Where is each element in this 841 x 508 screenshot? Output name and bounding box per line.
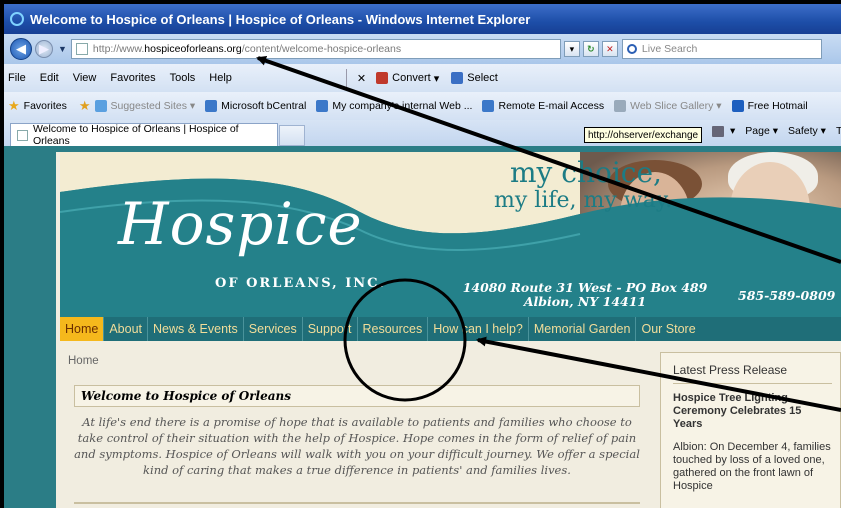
convert-label: Convert bbox=[392, 72, 431, 84]
tagline-line1: my choice, bbox=[510, 156, 662, 189]
nav-how-can-i-help[interactable]: How can I help? bbox=[428, 317, 529, 341]
select-button[interactable]: Select bbox=[451, 72, 498, 84]
ie-icon bbox=[482, 100, 495, 112]
new-tab-button[interactable] bbox=[279, 125, 305, 146]
site-logo[interactable]: Hospice bbox=[118, 190, 363, 258]
site-phone: 585-589-0809 bbox=[738, 288, 836, 303]
msn-icon bbox=[731, 100, 744, 112]
site-header: my choice, my life, my way. Hospice OF O… bbox=[60, 152, 841, 317]
address-line2: Albion, NY 14411 bbox=[523, 294, 647, 309]
favorites-bar: ★ Favorites ★ Suggested Sites ▾ Microsof… bbox=[4, 92, 841, 120]
favorites-star-icon: ★ bbox=[8, 98, 20, 113]
ie-icon bbox=[94, 100, 107, 112]
search-icon bbox=[626, 44, 637, 54]
convert-button[interactable]: Convert ▾ bbox=[376, 72, 439, 85]
convert-icon bbox=[376, 72, 389, 84]
safety-menu[interactable]: Safety ▾ bbox=[788, 125, 826, 137]
site-address: 14080 Route 31 West - PO Box 489 Albion,… bbox=[460, 281, 710, 309]
url-prefix: http://www. bbox=[92, 43, 145, 55]
press-release-panel: Latest Press Release Hospice Tree Lighti… bbox=[660, 352, 841, 508]
tagline-line2: my life, my way. bbox=[494, 188, 673, 213]
tab-bar: Welcome to Hospice of Orleans | Hospice … bbox=[4, 120, 841, 147]
forward-button[interactable]: ▶ bbox=[35, 40, 53, 58]
print-icon[interactable] bbox=[712, 125, 724, 137]
address-input[interactable]: http://www. hospiceoforleans.org/content/… bbox=[70, 39, 561, 59]
intro-text: At life's end there is a promise of hope… bbox=[74, 415, 640, 477]
fav-suggested-sites[interactable]: Suggested Sites ▾ bbox=[94, 100, 196, 112]
menu-bar: File Edit View Favorites Tools Help ✕ Co… bbox=[4, 64, 841, 92]
nav-about[interactable]: About bbox=[104, 317, 149, 341]
url-path: /content/welcome-hospice-orleans bbox=[241, 43, 402, 55]
menu-view[interactable]: View bbox=[73, 72, 97, 84]
site-nav: Home About News & Events Services Suppor… bbox=[60, 317, 841, 341]
breadcrumb[interactable]: Home bbox=[68, 355, 99, 367]
fav-web-slice-gallery[interactable]: Web Slice Gallery ▾ bbox=[614, 100, 722, 112]
tab-label: Welcome to Hospice of Orleans | Hospice … bbox=[32, 123, 239, 147]
fav-internal-web[interactable]: My company's internal Web ... bbox=[316, 100, 472, 112]
press-title[interactable]: Hospice Tree Lighting Ceremony Celebrate… bbox=[673, 392, 832, 431]
add-favorite-icon[interactable]: ★ bbox=[79, 98, 91, 114]
command-bar: ▾ Page ▾ Safety ▾ To bbox=[712, 125, 841, 137]
search-input[interactable]: Live Search bbox=[621, 39, 822, 59]
page-menu[interactable]: Page ▾ bbox=[745, 125, 778, 137]
refresh-icon[interactable]: ↻ bbox=[582, 41, 599, 57]
window-title: Welcome to Hospice of Orleans | Hospice … bbox=[30, 11, 531, 27]
nav-home[interactable]: Home bbox=[60, 317, 105, 341]
tools-menu[interactable]: To bbox=[836, 125, 841, 137]
back-button[interactable]: ◀ bbox=[10, 38, 32, 60]
stop-icon[interactable]: ✕ bbox=[601, 41, 618, 57]
fav-label: Remote E-mail Access bbox=[498, 100, 605, 112]
press-body: Albion: On December 4, families touched … bbox=[673, 441, 831, 492]
content-divider bbox=[74, 502, 640, 504]
fav-label: My company's internal Web ... bbox=[332, 100, 473, 112]
link-tooltip: http://ohserver/exchange bbox=[584, 127, 703, 143]
nav-our-store[interactable]: Our Store bbox=[636, 317, 700, 341]
fav-label: Microsoft bCentral bbox=[221, 100, 307, 112]
title-bar: Welcome to Hospice of Orleans | Hospice … bbox=[4, 4, 841, 34]
address-dropdown-icon[interactable]: ▾ bbox=[563, 41, 580, 57]
url-domain: hospiceoforleans.org bbox=[144, 43, 242, 55]
press-heading: Latest Press Release bbox=[673, 363, 832, 384]
tab-welcome[interactable]: Welcome to Hospice of Orleans | Hospice … bbox=[10, 123, 278, 147]
fav-label: Suggested Sites ▾ bbox=[110, 100, 196, 112]
ie-logo-icon bbox=[10, 12, 24, 26]
page-viewport: my choice, my life, my way. Hospice OF O… bbox=[4, 146, 841, 508]
ie-icon bbox=[316, 100, 329, 112]
toolbar-separator bbox=[345, 69, 347, 87]
menu-help[interactable]: Help bbox=[209, 72, 232, 84]
page-icon bbox=[75, 43, 88, 55]
close-toolbar-icon[interactable]: ✕ bbox=[357, 72, 366, 85]
ie-icon bbox=[614, 100, 627, 112]
nav-support[interactable]: Support bbox=[303, 317, 358, 341]
site-container: my choice, my life, my way. Hospice OF O… bbox=[56, 152, 841, 508]
nav-services[interactable]: Services bbox=[244, 317, 303, 341]
welcome-heading: Welcome to Hospice of Orleans bbox=[74, 385, 640, 407]
fav-remote-email[interactable]: Remote E-mail Access bbox=[482, 100, 604, 112]
address-line1: 14080 Route 31 West - PO Box 489 bbox=[462, 280, 708, 295]
menu-favorites[interactable]: Favorites bbox=[110, 72, 155, 84]
favorites-button[interactable]: Favorites bbox=[24, 100, 67, 112]
fav-label: Free Hotmail bbox=[747, 100, 808, 112]
address-toolbar: ◀ ▶ ▼ http://www. hospiceoforleans.org/co… bbox=[4, 34, 841, 64]
nav-memorial-garden[interactable]: Memorial Garden bbox=[529, 317, 637, 341]
menu-tools[interactable]: Tools bbox=[170, 72, 196, 84]
select-icon bbox=[451, 72, 464, 84]
fav-label: Web Slice Gallery ▾ bbox=[630, 100, 722, 112]
history-dropdown-icon[interactable]: ▼ bbox=[58, 44, 67, 54]
ie-icon bbox=[205, 100, 218, 112]
print-dropdown-icon[interactable]: ▾ bbox=[730, 125, 735, 137]
search-placeholder: Live Search bbox=[641, 43, 698, 55]
browser-window: Welcome to Hospice of Orleans | Hospice … bbox=[4, 4, 841, 508]
menu-edit[interactable]: Edit bbox=[40, 72, 59, 84]
fav-free-hotmail[interactable]: Free Hotmail bbox=[731, 100, 808, 112]
nav-news-events[interactable]: News & Events bbox=[148, 317, 244, 341]
nav-resources[interactable]: Resources bbox=[358, 317, 429, 341]
select-label: Select bbox=[467, 72, 498, 84]
page-icon bbox=[17, 129, 28, 141]
fav-microsoft-bcentral[interactable]: Microsoft bCentral bbox=[205, 100, 306, 112]
menu-file[interactable]: File bbox=[8, 72, 26, 84]
site-logo-sub: OF ORLEANS, INC. bbox=[215, 276, 386, 291]
